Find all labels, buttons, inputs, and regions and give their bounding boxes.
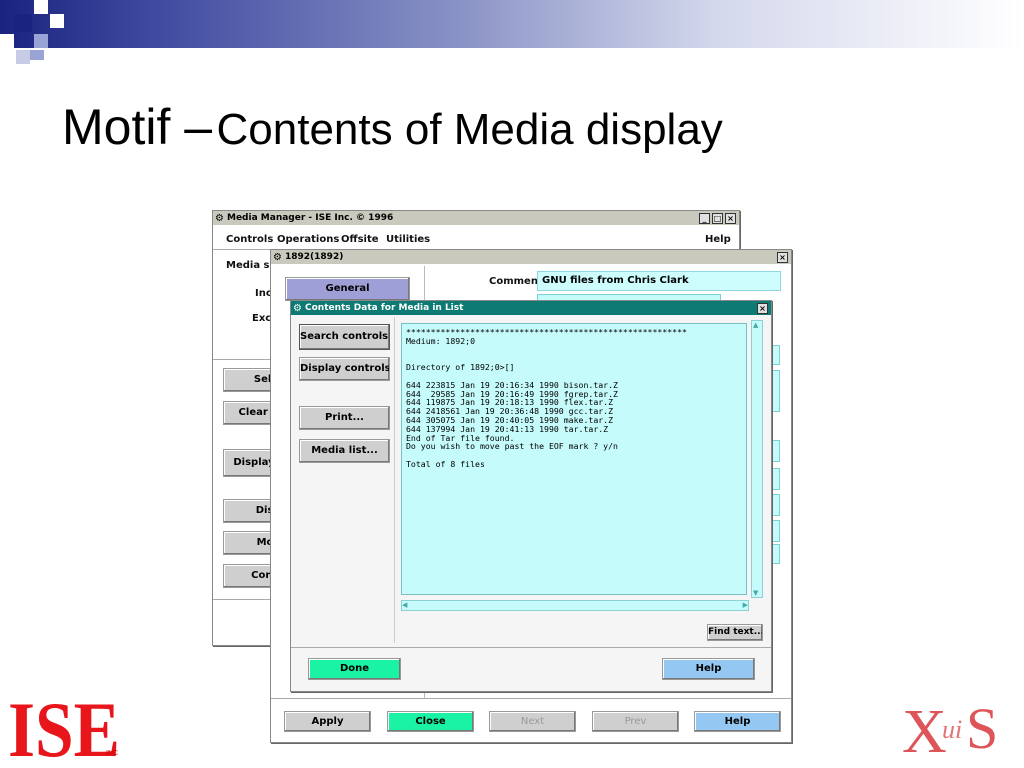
comment-label: Comment [489, 276, 543, 287]
record-titlebar[interactable]: ⚙ 1892(1892) × [271, 250, 791, 264]
menu-help[interactable]: Help [705, 234, 731, 245]
slide-title-main: Motif – [62, 99, 213, 155]
next-button[interactable]: Next [489, 711, 576, 732]
xuis-logo: X ui S [900, 690, 1018, 766]
maximize-icon[interactable]: □ [712, 213, 723, 224]
svg-text:S: S [966, 696, 998, 760]
header-square-dark [14, 14, 32, 32]
find-text-button[interactable]: Find text... [707, 624, 763, 641]
general-tab[interactable]: General [285, 277, 410, 301]
vertical-scrollbar[interactable]: ▲ ▼ [751, 320, 763, 598]
record-close-icon[interactable]: × [777, 252, 788, 263]
ise-logo: ISE INC [6, 686, 124, 768]
header-square-lighter [16, 50, 30, 64]
done-button[interactable]: Done [308, 658, 401, 680]
media-manager-title: Media Manager - ISE Inc. © 1996 [227, 213, 394, 223]
record-help-button[interactable]: Help [694, 711, 781, 732]
menu-offsite[interactable]: Offsite [341, 234, 379, 245]
scroll-left-icon[interactable]: ◀ [402, 601, 407, 609]
ise-small-text: INC [106, 750, 119, 757]
close-icon[interactable]: × [725, 213, 736, 224]
header-square-white-3 [0, 34, 14, 48]
horizontal-scrollbar[interactable]: ◀ ▶ [401, 600, 749, 611]
scroll-down-icon[interactable]: ▼ [753, 589, 758, 597]
menu-operations[interactable]: Operations [277, 234, 339, 245]
contents-text-area[interactable]: ****************************************… [401, 323, 747, 595]
slide-title-sub: Contents of Media display [216, 105, 723, 154]
menu-utilities[interactable]: Utilities [386, 234, 430, 245]
svg-text:ui: ui [942, 715, 962, 744]
record-title: 1892(1892) [285, 252, 344, 262]
scroll-right-icon[interactable]: ▶ [743, 601, 748, 609]
exclude-label: Exc [252, 313, 272, 324]
contents-title: Contents Data for Media in List [305, 303, 464, 313]
header-square-white-1 [34, 0, 48, 14]
media-manager-titlebar[interactable]: ⚙ Media Manager - ISE Inc. © 1996 _ □ × [213, 211, 739, 225]
contents-bottom-divider [291, 647, 771, 648]
slide-title: Motif – Contents of Media display [62, 98, 723, 156]
comment-field[interactable]: GNU files from Chris Clark [537, 271, 781, 291]
header-square-white-2 [50, 14, 64, 28]
svg-text:ISE: ISE [8, 690, 120, 762]
contents-close-icon[interactable]: × [757, 303, 768, 314]
apply-button[interactable]: Apply [284, 711, 371, 732]
window-icon: ⚙ [293, 303, 302, 314]
menu-controls[interactable]: Controls [226, 234, 273, 245]
display-controls-button[interactable]: Display controls... [299, 357, 390, 381]
record-bottom-divider [271, 698, 791, 699]
header-gradient-bar [0, 0, 1024, 48]
contents-titlebar[interactable]: ⚙ Contents Data for Media in List × [291, 301, 771, 315]
window-icon: ⚙ [273, 252, 282, 263]
svg-text:X: X [902, 698, 947, 760]
window-icon: ⚙ [215, 213, 224, 224]
print-button[interactable]: Print... [299, 406, 390, 430]
contents-pane-divider [394, 317, 395, 643]
minimize-icon[interactable]: _ [699, 213, 710, 224]
media-list-button[interactable]: Media list... [299, 439, 390, 463]
close-button[interactable]: Close [387, 711, 474, 732]
search-controls-button[interactable]: Search controls... [299, 324, 390, 350]
header-square-light [34, 34, 48, 48]
header-square-mid [30, 50, 44, 60]
prev-button[interactable]: Prev [592, 711, 679, 732]
contents-help-button[interactable]: Help [662, 658, 755, 680]
scroll-up-icon[interactable]: ▲ [753, 321, 758, 329]
